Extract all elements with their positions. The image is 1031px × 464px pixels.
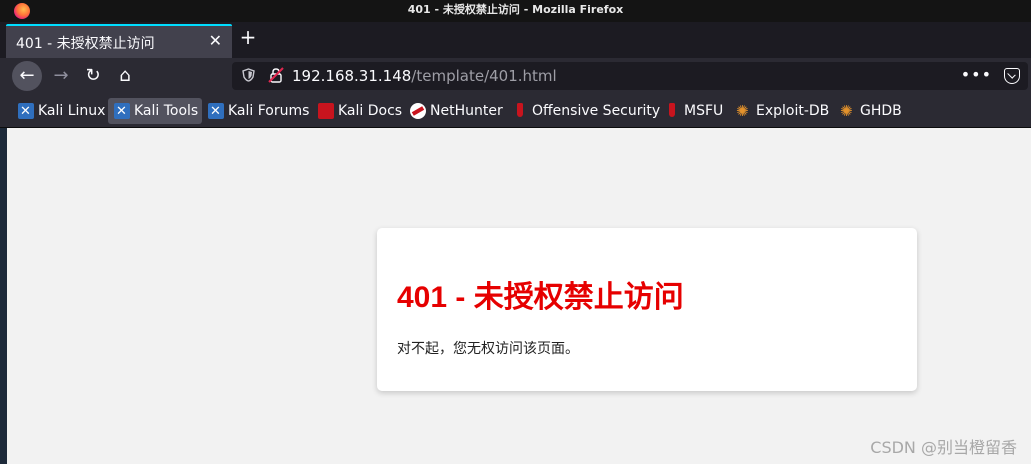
kali-icon bbox=[18, 99, 34, 125]
back-button[interactable]: ← bbox=[12, 61, 42, 91]
reload-button[interactable]: ↻ bbox=[78, 61, 108, 91]
bookmark-exploit-db[interactable]: ✺ Exploit-DB bbox=[730, 98, 833, 124]
bookmark-label: Kali Tools bbox=[134, 103, 199, 119]
firefox-logo-icon bbox=[14, 3, 30, 19]
window-titlebar: 401 - 未授权禁止访问 - Mozilla Firefox bbox=[0, 0, 1031, 22]
tab-strip: 401 - 未授权禁止访问 ✕ + bbox=[0, 22, 1031, 58]
new-tab-button[interactable]: + bbox=[238, 26, 258, 50]
bookmarks-toolbar: Kali Linux Kali Tools Kali Forums Kali D… bbox=[0, 94, 1031, 128]
tab-close-icon[interactable]: ✕ bbox=[209, 31, 222, 50]
watermark: CSDN @别当橙留香 bbox=[870, 438, 1017, 457]
bookmark-label: Kali Linux bbox=[38, 103, 106, 119]
pocket-icon[interactable] bbox=[1004, 68, 1020, 84]
exploitdb-icon: ✺ bbox=[736, 102, 749, 120]
desktop-edge bbox=[0, 128, 7, 464]
bookmark-nethunter[interactable]: NetHunter bbox=[404, 98, 507, 124]
bookmark-msfu[interactable]: MSFU bbox=[658, 98, 727, 124]
kali-icon bbox=[114, 99, 130, 125]
exploitdb-icon: ✺ bbox=[840, 102, 853, 120]
tracking-shield-icon[interactable] bbox=[242, 68, 255, 86]
error-message: 对不起，您无权访问该页面。 bbox=[397, 341, 579, 357]
navigation-toolbar: ← → ↻ ⌂ 192.168.31.148/template/401.html… bbox=[0, 58, 1031, 94]
bookmark-label: MSFU bbox=[684, 103, 724, 119]
kali-icon bbox=[208, 99, 224, 125]
bookmark-ghdb[interactable]: ✺ GHDB bbox=[834, 98, 906, 124]
docs-icon bbox=[318, 103, 334, 119]
offsec-icon bbox=[664, 103, 680, 119]
nethunter-icon bbox=[410, 103, 426, 119]
window-title: 401 - 未授权禁止访问 - Mozilla Firefox bbox=[407, 3, 624, 16]
bookmark-label: GHDB bbox=[860, 103, 902, 119]
bookmark-label: NetHunter bbox=[430, 103, 503, 119]
bookmark-label: Kali Forums bbox=[228, 103, 310, 119]
url-host: 192.168.31.148 bbox=[292, 67, 412, 85]
page-actions-more-icon[interactable]: ••• bbox=[961, 65, 992, 84]
forward-button[interactable]: → bbox=[46, 61, 76, 91]
tab-title: 401 - 未授权禁止访问 bbox=[16, 36, 155, 52]
offsec-icon bbox=[512, 103, 528, 119]
url-bar[interactable]: 192.168.31.148/template/401.html ••• bbox=[232, 62, 1028, 90]
bookmark-kali-forums[interactable]: Kali Forums bbox=[202, 98, 313, 125]
error-card: 401 - 未授权禁止访问 对不起，您无权访问该页面。 bbox=[377, 228, 917, 391]
tab-active[interactable]: 401 - 未授权禁止访问 ✕ bbox=[6, 24, 232, 58]
url-text[interactable]: 192.168.31.148/template/401.html bbox=[292, 67, 557, 85]
insecure-lock-icon[interactable] bbox=[268, 67, 284, 83]
home-button[interactable]: ⌂ bbox=[110, 61, 140, 91]
bookmark-kali-linux[interactable]: Kali Linux bbox=[12, 98, 109, 125]
error-heading: 401 - 未授权禁止访问 bbox=[397, 281, 684, 314]
bookmark-label: Exploit-DB bbox=[756, 103, 830, 119]
url-path: /template/401.html bbox=[411, 67, 557, 85]
bookmark-kali-tools[interactable]: Kali Tools bbox=[108, 98, 203, 125]
bookmark-offensive-security[interactable]: Offensive Security bbox=[506, 98, 664, 124]
bookmark-label: Offensive Security bbox=[532, 103, 661, 119]
bookmark-kali-docs[interactable]: Kali Docs bbox=[312, 98, 406, 124]
browser-window: 401 - 未授权禁止访问 - Mozilla Firefox 401 - 未授… bbox=[0, 0, 1031, 464]
page-content: 401 - 未授权禁止访问 对不起，您无权访问该页面。 CSDN @别当橙留香 bbox=[7, 128, 1031, 464]
bookmark-label: Kali Docs bbox=[338, 103, 403, 119]
